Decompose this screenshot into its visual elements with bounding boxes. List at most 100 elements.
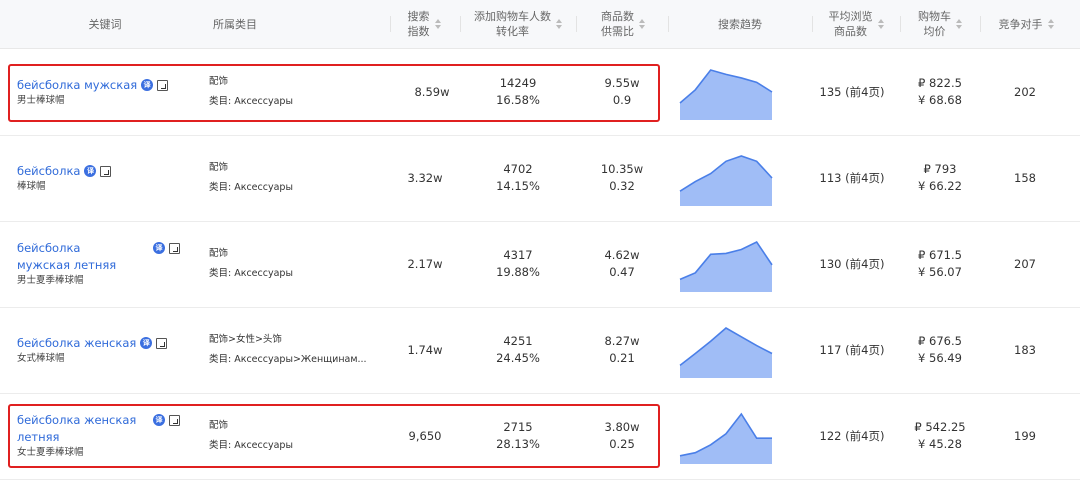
avg-browse-value: 117 (前4页) xyxy=(819,342,885,357)
cart-cell: 4251 24.45% xyxy=(478,307,558,393)
trend-cell xyxy=(679,393,773,479)
cart-count-value: 4702 xyxy=(503,162,533,176)
category-name: 类目: Аксессуары>Женщинам... xyxy=(209,354,367,365)
sort-icon[interactable] xyxy=(956,18,962,30)
header-avg-browse[interactable]: 平均浏览 商品数 xyxy=(814,0,898,48)
header-trend: 搜索趋势 xyxy=(718,17,762,31)
keyword-link[interactable]: бейсболка женская xyxy=(17,335,136,352)
trend-sparkline xyxy=(679,412,772,464)
avg-browse-cell: 113 (前4页) xyxy=(812,135,892,221)
conversion-value: 19.88% xyxy=(496,265,540,279)
search-index-cell: 2.17w xyxy=(385,221,465,307)
search-index-cell: 1.74w xyxy=(385,307,465,393)
header-keyword: 关键词 xyxy=(88,17,122,31)
price-rub-value: ₽ 793 xyxy=(923,162,957,176)
cart-count-value: 4317 xyxy=(503,248,533,262)
trend-cell xyxy=(679,135,773,221)
supply-cell: 10.35w 0.32 xyxy=(582,135,662,221)
keyword-translation: 棒球帽 xyxy=(17,180,46,192)
sort-icon[interactable] xyxy=(1047,18,1054,30)
price-cell: ₽ 671.5 ¥ 56.07 xyxy=(900,221,980,307)
category-path: 配饰>女性>头饰 xyxy=(209,334,282,345)
price-rub-value: ₽ 676.5 xyxy=(918,334,962,348)
table-row: бейсболка мужская летняя 译 男士夏季棒球帽 配饰 类目:… xyxy=(0,221,1080,308)
header-competitors[interactable]: 竞争对手 xyxy=(982,0,1070,48)
trend-area xyxy=(680,70,772,120)
conversion-value: 24.45% xyxy=(496,351,540,365)
category-cell: 配饰 类目: Аксессуары xyxy=(209,221,389,307)
supply-ratio-value: 0.21 xyxy=(609,351,635,365)
table-row: бейсболка женская 译 女式棒球帽 配饰>女性>头饰 类目: Ак… xyxy=(0,307,1080,394)
sort-icon[interactable] xyxy=(877,18,884,30)
header-divider xyxy=(576,16,577,32)
cart-cell: 4702 14.15% xyxy=(478,135,558,221)
keyword-cell: бейсболка 译 棒球帽 xyxy=(17,135,192,221)
sort-icon[interactable] xyxy=(639,18,645,30)
copy-icon[interactable] xyxy=(100,165,112,177)
header-divider xyxy=(900,16,901,32)
price-rub-value: ₽ 671.5 xyxy=(918,248,962,262)
competitors-value: 183 xyxy=(1014,342,1036,357)
trend-sparkline xyxy=(679,155,773,206)
cart-count-value: 4251 xyxy=(503,334,533,348)
header-supply[interactable]: 商品数 供需比 xyxy=(578,0,668,48)
supply-cell: 8.27w 0.21 xyxy=(582,307,662,393)
trend-area xyxy=(680,242,772,292)
avg-browse-cell: 130 (前4页) xyxy=(812,221,892,307)
highlight-box xyxy=(8,404,660,468)
competitors-value: 199 xyxy=(1014,428,1036,443)
keyword-cell: бейсболка мужская летняя 译 男士夏季棒球帽 xyxy=(17,221,187,307)
avg-browse-value: 113 (前4页) xyxy=(819,170,885,185)
category-name: 类目: Аксессуары xyxy=(209,182,293,193)
category-name: 类目: Аксессуары xyxy=(209,268,293,279)
keyword-cell: бейсболка женская 译 女式棒球帽 xyxy=(17,307,192,393)
price-cny-value: ¥ 66.22 xyxy=(918,179,962,193)
table-row: бейсболка 译 棒球帽 配饰 类目: Аксессуары 3.32w 4… xyxy=(0,135,1080,222)
cart-cell: 4317 19.88% xyxy=(478,221,558,307)
avg-browse-value: 135 (前4页) xyxy=(819,84,885,99)
competitors-cell: 183 xyxy=(985,307,1065,393)
trend-cell xyxy=(679,49,773,135)
header-cart-price[interactable]: 购物车 均价 xyxy=(902,0,978,48)
translate-icon[interactable]: 译 xyxy=(140,336,153,349)
price-cell: ₽ 793 ¥ 66.22 xyxy=(900,135,980,221)
competitors-value: 158 xyxy=(1014,170,1036,185)
price-rub-value: ₽ 822.5 xyxy=(918,76,962,90)
header-divider xyxy=(460,16,461,32)
header-cart-conversion[interactable]: 添加购物车人数 转化率 xyxy=(462,0,574,48)
copy-icon[interactable] xyxy=(169,243,180,254)
trend-cell xyxy=(679,221,773,307)
keyword-translation: 男士夏季棒球帽 xyxy=(17,275,84,286)
sort-icon[interactable] xyxy=(434,18,441,30)
conversion-value: 14.15% xyxy=(496,179,540,193)
table-header: 关键词 所属类目 搜索 指数 添加购物车人数 转化率 商品数 供需比 搜索趋势 平均浏… xyxy=(0,0,1080,49)
price-rub-value: ₽ 542.25 xyxy=(914,420,966,434)
search-index-value: 3.32w xyxy=(407,170,443,185)
competitors-value: 202 xyxy=(1014,84,1036,99)
keyword-table: 关键词 所属类目 搜索 指数 添加购物车人数 转化率 商品数 供需比 搜索趋势 平均浏… xyxy=(0,0,1080,481)
keyword-translation: 女式棒球帽 xyxy=(17,352,65,364)
avg-browse-value: 130 (前4页) xyxy=(819,256,885,271)
header-divider xyxy=(812,16,813,32)
keyword-link[interactable]: бейсболка xyxy=(17,163,80,180)
table-row: бейсболка мужская 译 男士棒球帽 配饰 类目: Аксессуа… xyxy=(0,49,1080,136)
highlight-box xyxy=(8,64,660,122)
sort-icon[interactable] xyxy=(556,18,562,30)
translate-icon[interactable]: 译 xyxy=(153,242,165,254)
supply-ratio-value: 0.32 xyxy=(609,179,635,193)
price-cny-value: ¥ 68.68 xyxy=(918,93,962,107)
search-index-value: 2.17w xyxy=(407,256,443,271)
keyword-link[interactable]: бейсболка мужская летняя xyxy=(17,240,137,274)
table-row: бейсболка женская летняя 译 女士夏季棒球帽 配饰 类目:… xyxy=(0,393,1080,480)
competitors-cell: 199 xyxy=(985,393,1065,479)
header-search-index[interactable]: 搜索 指数 xyxy=(392,0,456,48)
competitors-value: 207 xyxy=(1014,256,1036,271)
search-index-value: 1.74w xyxy=(407,342,443,357)
trend-cell xyxy=(679,307,773,393)
goods-count-value: 10.35w xyxy=(600,162,644,176)
trend-sparkline xyxy=(679,69,773,120)
copy-icon[interactable] xyxy=(156,337,168,349)
translate-icon[interactable]: 译 xyxy=(84,164,97,177)
trend-sparkline xyxy=(679,240,773,292)
category-path: 配饰 xyxy=(209,248,229,259)
